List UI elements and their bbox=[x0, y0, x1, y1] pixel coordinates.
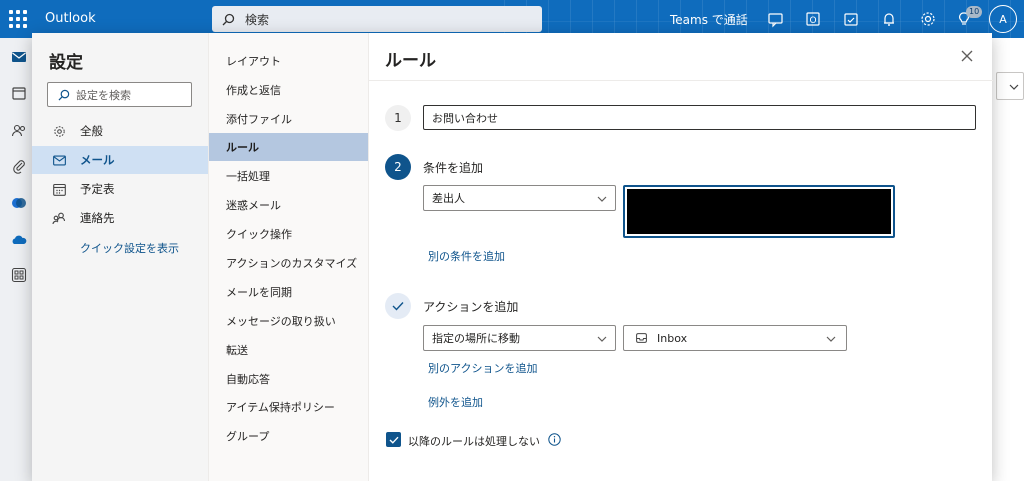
people-icon bbox=[52, 211, 66, 225]
mail-icon bbox=[52, 153, 66, 167]
action-heading: アクションを追加 bbox=[423, 300, 519, 314]
menu-item-groups[interactable]: グループ bbox=[209, 422, 369, 450]
condition-heading: 条件を追加 bbox=[423, 161, 484, 175]
condition-type-value: 差出人 bbox=[432, 192, 465, 205]
add-exception-link[interactable]: 例外を追加 bbox=[428, 394, 483, 410]
settings-search-placeholder: 設定を検索 bbox=[76, 88, 131, 102]
viva-engage-icon[interactable] bbox=[11, 195, 27, 211]
checkmark-icon bbox=[392, 302, 404, 311]
apps-icon[interactable] bbox=[11, 267, 27, 283]
menu-item-junk[interactable]: 迷惑メール bbox=[209, 191, 369, 219]
settings-dialog: 設定 設定を検索 全般 メール 予定表 連絡先 クイック設定を表示 レイアウト … bbox=[32, 33, 993, 481]
page-title: ルール bbox=[385, 51, 436, 71]
category-general[interactable]: 全般 bbox=[32, 117, 208, 145]
search-placeholder: 検索 bbox=[245, 12, 270, 27]
action-type-select[interactable]: 指定の場所に移動 bbox=[423, 325, 616, 351]
category-label: 全般 bbox=[80, 124, 103, 138]
inbox-icon bbox=[636, 333, 647, 343]
close-icon[interactable] bbox=[960, 49, 974, 63]
menu-item-quick-steps[interactable]: クイック操作 bbox=[209, 220, 369, 248]
gear-icon bbox=[52, 124, 66, 138]
app-launcher-icon[interactable] bbox=[9, 10, 27, 28]
stop-processing-label: 以降のルールは処理しない bbox=[408, 435, 540, 448]
people-icon[interactable] bbox=[11, 122, 27, 138]
settings-search-input[interactable]: 設定を検索 bbox=[47, 82, 192, 107]
rule-name-input[interactable]: お問い合わせ bbox=[423, 105, 976, 130]
category-label: メール bbox=[80, 153, 115, 167]
category-calendar[interactable]: 予定表 bbox=[32, 175, 208, 203]
menu-item-rules[interactable]: ルール bbox=[209, 133, 369, 161]
menu-item-sync[interactable]: メールを同期 bbox=[209, 278, 369, 306]
menu-item-compose[interactable]: 作成と返信 bbox=[209, 76, 369, 104]
mail-settings-menu: レイアウト 作成と返信 添付ファイル ルール 一括処理 迷惑メール クイック操作… bbox=[208, 33, 369, 481]
checkmark-icon bbox=[389, 436, 399, 444]
settings-categories-pane: 設定 設定を検索 全般 メール 予定表 連絡先 クイック設定を表示 bbox=[32, 33, 208, 481]
menu-item-layout[interactable]: レイアウト bbox=[209, 47, 369, 75]
chevron-down-icon bbox=[597, 196, 607, 202]
info-icon[interactable] bbox=[548, 433, 561, 446]
search-icon bbox=[222, 13, 235, 25]
my-day-icon[interactable] bbox=[842, 10, 860, 28]
rule-editor: ルール 1 お問い合わせ 2 条件を追加 差出人 別の条件を追加 アクションを追… bbox=[368, 33, 993, 481]
menu-item-message-handling[interactable]: メッセージの取り扱い bbox=[209, 307, 369, 335]
title-divider bbox=[369, 80, 993, 81]
redacted-block bbox=[627, 189, 891, 234]
office-icon[interactable]: O bbox=[804, 10, 822, 28]
menu-item-customize-actions[interactable]: アクションのカスタマイズ bbox=[209, 249, 369, 277]
onedrive-icon[interactable] bbox=[11, 232, 27, 248]
step-2-indicator: 2 bbox=[385, 154, 411, 180]
chevron-down-icon bbox=[597, 336, 607, 342]
menu-item-forwarding[interactable]: 転送 bbox=[209, 336, 369, 364]
condition-type-select[interactable]: 差出人 bbox=[423, 185, 616, 211]
menu-item-attachments[interactable]: 添付ファイル bbox=[209, 105, 369, 133]
teams-call-button[interactable]: Teams で通話 bbox=[670, 11, 748, 28]
step-3-indicator bbox=[385, 293, 411, 319]
settings-title: 設定 bbox=[49, 53, 83, 73]
chevron-down-icon bbox=[826, 336, 836, 342]
menu-item-sweep[interactable]: 一括処理 bbox=[209, 162, 369, 190]
search-box[interactable]: 検索 bbox=[212, 6, 542, 32]
calendar-icon[interactable] bbox=[11, 85, 27, 101]
add-condition-link[interactable]: 別の条件を追加 bbox=[428, 248, 505, 264]
category-contacts[interactable]: 連絡先 bbox=[32, 204, 208, 232]
menu-item-automatic-replies[interactable]: 自動応答 bbox=[209, 365, 369, 393]
menu-item-retention-policies[interactable]: アイテム保持ポリシー bbox=[209, 393, 369, 421]
sender-address-input[interactable] bbox=[623, 185, 895, 238]
notification-count-badge: 10 bbox=[966, 6, 983, 18]
avatar[interactable]: A bbox=[989, 5, 1017, 33]
attachment-icon[interactable] bbox=[11, 158, 27, 174]
action-type-value: 指定の場所に移動 bbox=[432, 332, 520, 345]
add-action-link[interactable]: 別のアクションを追加 bbox=[428, 360, 537, 376]
step-1-indicator: 1 bbox=[385, 105, 411, 131]
folder-select[interactable]: Inbox bbox=[623, 325, 847, 351]
folder-value: Inbox bbox=[657, 331, 688, 345]
svg-text:O: O bbox=[810, 16, 817, 26]
chevron-down-icon bbox=[1009, 84, 1019, 90]
mail-icon[interactable] bbox=[11, 49, 27, 65]
bell-icon[interactable] bbox=[880, 10, 898, 28]
category-label: 予定表 bbox=[80, 182, 115, 196]
quick-settings-link[interactable]: クイック設定を表示 bbox=[80, 240, 179, 256]
gear-icon[interactable] bbox=[919, 10, 937, 28]
stop-processing-checkbox[interactable] bbox=[386, 432, 401, 447]
category-label: 連絡先 bbox=[80, 211, 115, 225]
search-icon bbox=[58, 89, 70, 101]
background-content bbox=[992, 38, 1024, 481]
category-mail[interactable]: メール bbox=[32, 146, 208, 174]
meet-now-icon[interactable] bbox=[767, 10, 785, 28]
app-title[interactable]: Outlook bbox=[45, 11, 96, 26]
calendar-icon bbox=[52, 182, 66, 196]
background-dropdown bbox=[996, 72, 1024, 100]
